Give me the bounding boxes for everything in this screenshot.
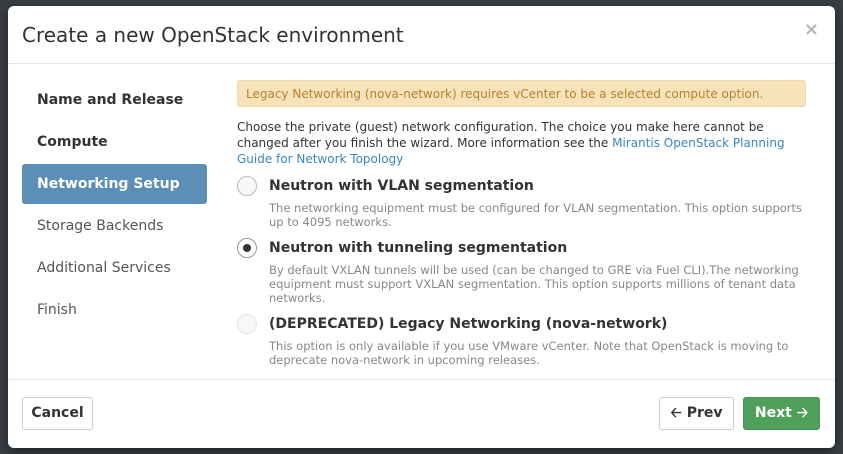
option-description: This option is only available if you use…	[269, 339, 789, 367]
warning-alert: Legacy Networking (nova-network) require…	[237, 80, 806, 107]
modal-footer: Cancel 🡠 Prev Next 🡢	[8, 379, 835, 448]
next-button[interactable]: Next 🡢	[743, 397, 820, 430]
modal-dialog: Create a new OpenStack environment × Nam…	[8, 6, 835, 448]
next-button-label: Next	[754, 405, 792, 421]
cancel-button[interactable]: Cancel	[22, 397, 93, 430]
arrow-left-icon: 🡠	[670, 405, 682, 421]
modal-title: Create a new OpenStack environment	[22, 23, 404, 47]
modal-body: Name and Release Compute Networking Setu…	[8, 65, 835, 379]
intro-text: Choose the private (guest) network confi…	[237, 119, 806, 167]
option-neutron-vlan: Neutron with VLAN segmentation The netwo…	[237, 176, 806, 229]
radio-legacy-networking	[237, 314, 257, 334]
option-legacy-networking: (DEPRECATED) Legacy Networking (nova-net…	[237, 314, 806, 367]
nav-item-name-and-release[interactable]: Name and Release	[22, 80, 207, 120]
nav-item-storage-backends[interactable]: Storage Backends	[22, 206, 207, 246]
nav-item-networking-setup[interactable]: Networking Setup	[22, 164, 207, 204]
nav-item-compute[interactable]: Compute	[22, 122, 207, 162]
option-neutron-tunneling: Neutron with tunneling segmentation By d…	[237, 238, 806, 305]
arrow-right-icon: 🡢	[796, 405, 809, 421]
option-description: The networking equipment must be configu…	[269, 201, 803, 229]
nav-item-additional-services[interactable]: Additional Services	[22, 248, 207, 288]
wizard-nav: Name and Release Compute Networking Setu…	[22, 80, 207, 332]
option-label: (DEPRECATED) Legacy Networking (nova-net…	[269, 316, 668, 332]
nav-item-finish[interactable]: Finish	[22, 290, 207, 330]
radio-neutron-tunneling[interactable]	[237, 238, 257, 258]
option-label[interactable]: Neutron with VLAN segmentation	[269, 176, 806, 196]
prev-button-label: Prev	[686, 405, 723, 421]
option-description: By default VXLAN tunnels will be used (c…	[269, 263, 799, 305]
prev-button[interactable]: 🡠 Prev	[659, 397, 734, 430]
close-icon[interactable]: ×	[804, 19, 819, 40]
radio-neutron-vlan[interactable]	[237, 176, 257, 196]
networking-content: Legacy Networking (nova-network) require…	[237, 80, 806, 367]
option-label[interactable]: Neutron with tunneling segmentation	[269, 238, 806, 258]
modal-header: Create a new OpenStack environment ×	[8, 6, 835, 64]
